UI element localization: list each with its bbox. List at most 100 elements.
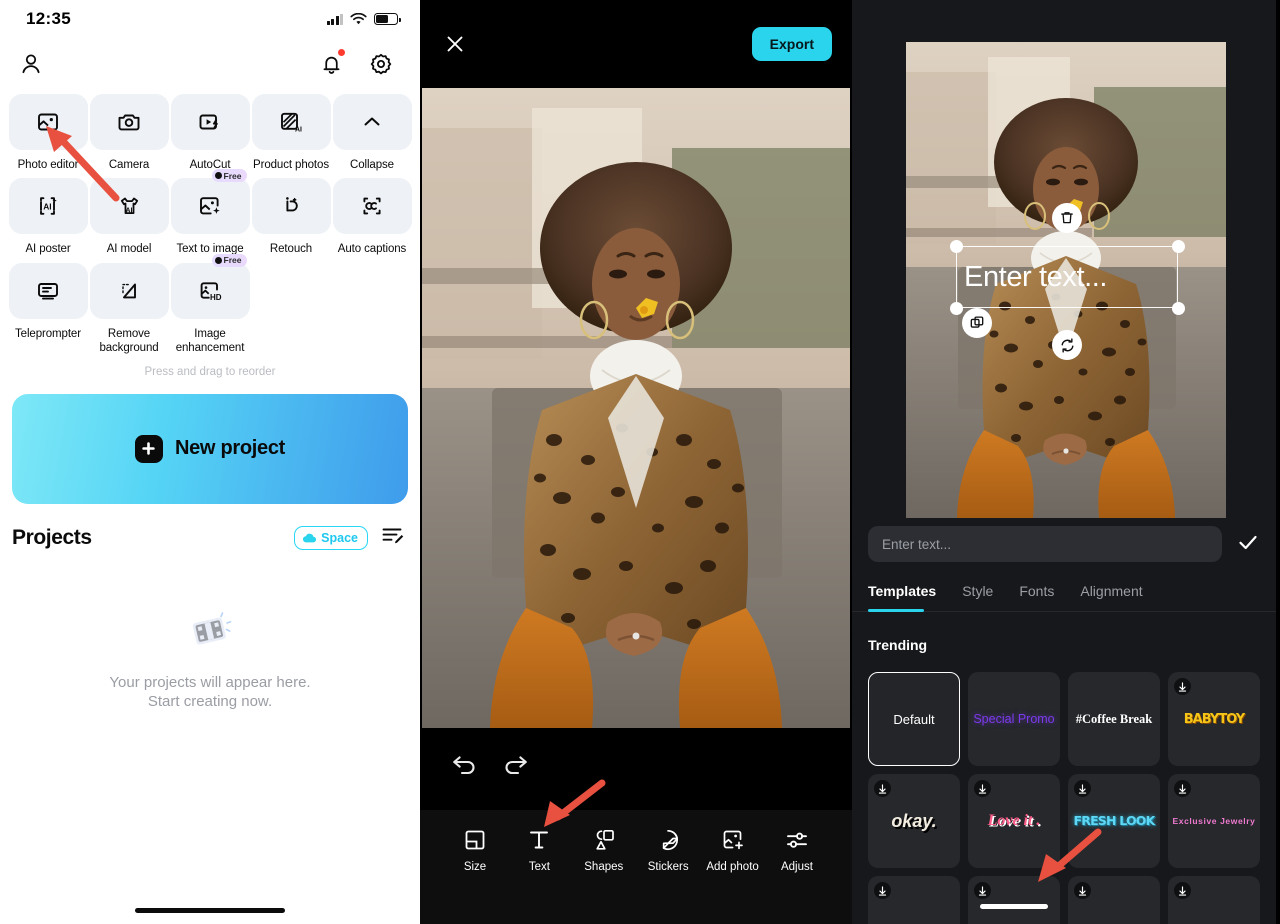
search-input-wrapper[interactable]: Enter text...: [868, 526, 1222, 562]
download-icon[interactable]: [974, 780, 991, 797]
empty-text-line1: Your projects will appear here.: [109, 673, 311, 691]
free-badge-label: Free: [223, 170, 242, 181]
template-card[interactable]: BABYTOY: [1168, 672, 1260, 766]
check-icon[interactable]: [1236, 530, 1260, 559]
home-panel: 12:35 Photo editor Camera AutoCut AI Pro…: [0, 0, 420, 924]
tab-alignment[interactable]: Alignment: [1080, 583, 1156, 611]
photo-editor-icon: [38, 113, 58, 131]
tool-autocut[interactable]: AutoCut: [170, 94, 250, 178]
resize-handle-top-left[interactable]: [950, 240, 963, 253]
status-time: 12:35: [26, 9, 71, 28]
status-icons: [326, 12, 401, 26]
template-label: Default: [893, 711, 935, 727]
editor-tool-add-photo[interactable]: Add photo: [702, 828, 764, 873]
tab-fonts[interactable]: Fonts: [1019, 583, 1068, 611]
text-panel-tabs: Templates Style Fonts Alignment: [852, 583, 1276, 612]
space-button[interactable]: Space: [294, 525, 368, 550]
template-label: Love it .: [987, 812, 1041, 829]
template-card[interactable]: FRESH LOOK: [1068, 774, 1160, 868]
template-card[interactable]: Special Promo: [968, 672, 1060, 766]
editor-tool-size[interactable]: Size: [444, 828, 506, 873]
home-top-bar: [0, 38, 420, 90]
template-label: Exclusive Jewelry: [1172, 815, 1256, 826]
svg-text:AI: AI: [43, 202, 51, 212]
redo-icon[interactable]: [502, 754, 530, 783]
product-photos-ai-icon: AI: [281, 112, 302, 134]
tool-label: Camera: [108, 159, 150, 171]
download-icon[interactable]: [1174, 780, 1191, 797]
download-icon[interactable]: [1174, 678, 1191, 695]
template-label: FRESH LOOK: [1073, 812, 1156, 828]
editor-canvas-photo[interactable]: [422, 88, 850, 728]
new-project-button[interactable]: New project: [12, 393, 408, 504]
export-button[interactable]: Export: [751, 27, 832, 61]
tool-retouch[interactable]: Retouch: [251, 178, 331, 262]
resize-handle-bottom-left[interactable]: [950, 302, 963, 315]
profile-icon[interactable]: [12, 45, 50, 83]
tab-templates[interactable]: Templates: [868, 583, 950, 612]
tool-teleprompter[interactable]: Teleprompter: [8, 262, 88, 362]
template-card[interactable]: MUSIC: [1168, 876, 1260, 924]
trash-icon[interactable]: [1052, 203, 1082, 233]
text-to-image-icon: [200, 197, 220, 215]
duplicate-icon[interactable]: [962, 308, 992, 338]
tool-tile: AI: [8, 178, 88, 235]
tool-text-to-image[interactable]: Free Text to image: [170, 169, 250, 262]
text-selection-overlay: Enter text...: [906, 42, 1226, 518]
download-icon[interactable]: [1174, 882, 1191, 899]
download-icon[interactable]: [874, 882, 891, 899]
tool-label: Product photos: [253, 159, 329, 171]
tool-ai-poster[interactable]: AI AI poster: [8, 178, 88, 262]
download-icon[interactable]: [974, 882, 991, 899]
svg-text:AI: AI: [125, 207, 132, 214]
tool-photo-editor[interactable]: Photo editor: [8, 94, 88, 178]
download-icon[interactable]: [874, 780, 891, 797]
text-editing-panel: Enter text... Enter text... Templates St…: [852, 0, 1276, 924]
tool-image-enhancement[interactable]: Free HD Image enhancement: [170, 253, 250, 362]
tool-tile: [170, 94, 250, 150]
tool-camera[interactable]: Camera: [89, 94, 169, 178]
template-card[interactable]: Exclusive Jewelry: [1168, 774, 1260, 868]
canvas-text[interactable]: Enter text...: [964, 248, 1182, 306]
undo-icon[interactable]: [450, 754, 478, 783]
template-card[interactable]: okay.: [868, 774, 960, 868]
gear-icon[interactable]: [362, 45, 400, 83]
template-card[interactable]: Decoration on: [1068, 876, 1160, 924]
template-card[interactable]: Default: [868, 672, 960, 766]
tool-product-photos[interactable]: AI Product photos: [251, 94, 331, 178]
bell-icon[interactable]: [312, 45, 350, 83]
adjust-icon: [787, 832, 807, 848]
notification-dot: [338, 49, 345, 56]
tool-tile: AI: [89, 178, 169, 235]
template-card[interactable]: #Coffee Break: [1068, 672, 1160, 766]
tool-remove-background[interactable]: Remove background: [89, 262, 169, 362]
rotate-icon[interactable]: [1052, 330, 1082, 360]
editor-tool-label: Text: [528, 861, 550, 873]
svg-text:AI: AI: [295, 127, 302, 134]
tool-ai-model[interactable]: AI AI model: [89, 178, 169, 262]
reorder-hint: Press and drag to reorder: [144, 365, 276, 378]
autocut-icon: [199, 114, 218, 130]
sort-edit-icon[interactable]: [382, 526, 404, 549]
editor-tool-text[interactable]: Text: [508, 828, 570, 873]
editor-tool-label: Adjust: [780, 861, 813, 873]
editor-tool-adjust[interactable]: Adjust: [766, 828, 828, 873]
download-icon[interactable]: [1074, 780, 1091, 797]
screenshot-root: 12:35 Photo editor Camera AutoCut AI Pro…: [0, 0, 1280, 924]
template-card[interactable]: Love it .: [968, 774, 1060, 868]
wifi-icon: [350, 12, 367, 24]
template-card[interactable]: BUSINESS AGENCY: [968, 876, 1060, 924]
tab-style[interactable]: Style: [962, 583, 1007, 611]
close-icon[interactable]: [442, 31, 468, 57]
status-bar: 12:35: [0, 0, 420, 38]
editor-tool-stickers[interactable]: Stickers: [637, 828, 699, 873]
template-card[interactable]: WHAT IF: [868, 876, 960, 924]
text-icon: [530, 831, 549, 849]
download-icon[interactable]: [1074, 882, 1091, 899]
tool-grid: Photo editor Camera AutoCut AI Product p…: [0, 90, 420, 362]
editor-tool-shapes[interactable]: Shapes: [573, 828, 635, 873]
page-title: Projects: [12, 525, 92, 549]
tool-auto-captions[interactable]: Auto captions: [332, 178, 412, 262]
tool-tile: Free HD: [170, 253, 250, 319]
tool-collapse[interactable]: Collapse: [332, 94, 412, 178]
